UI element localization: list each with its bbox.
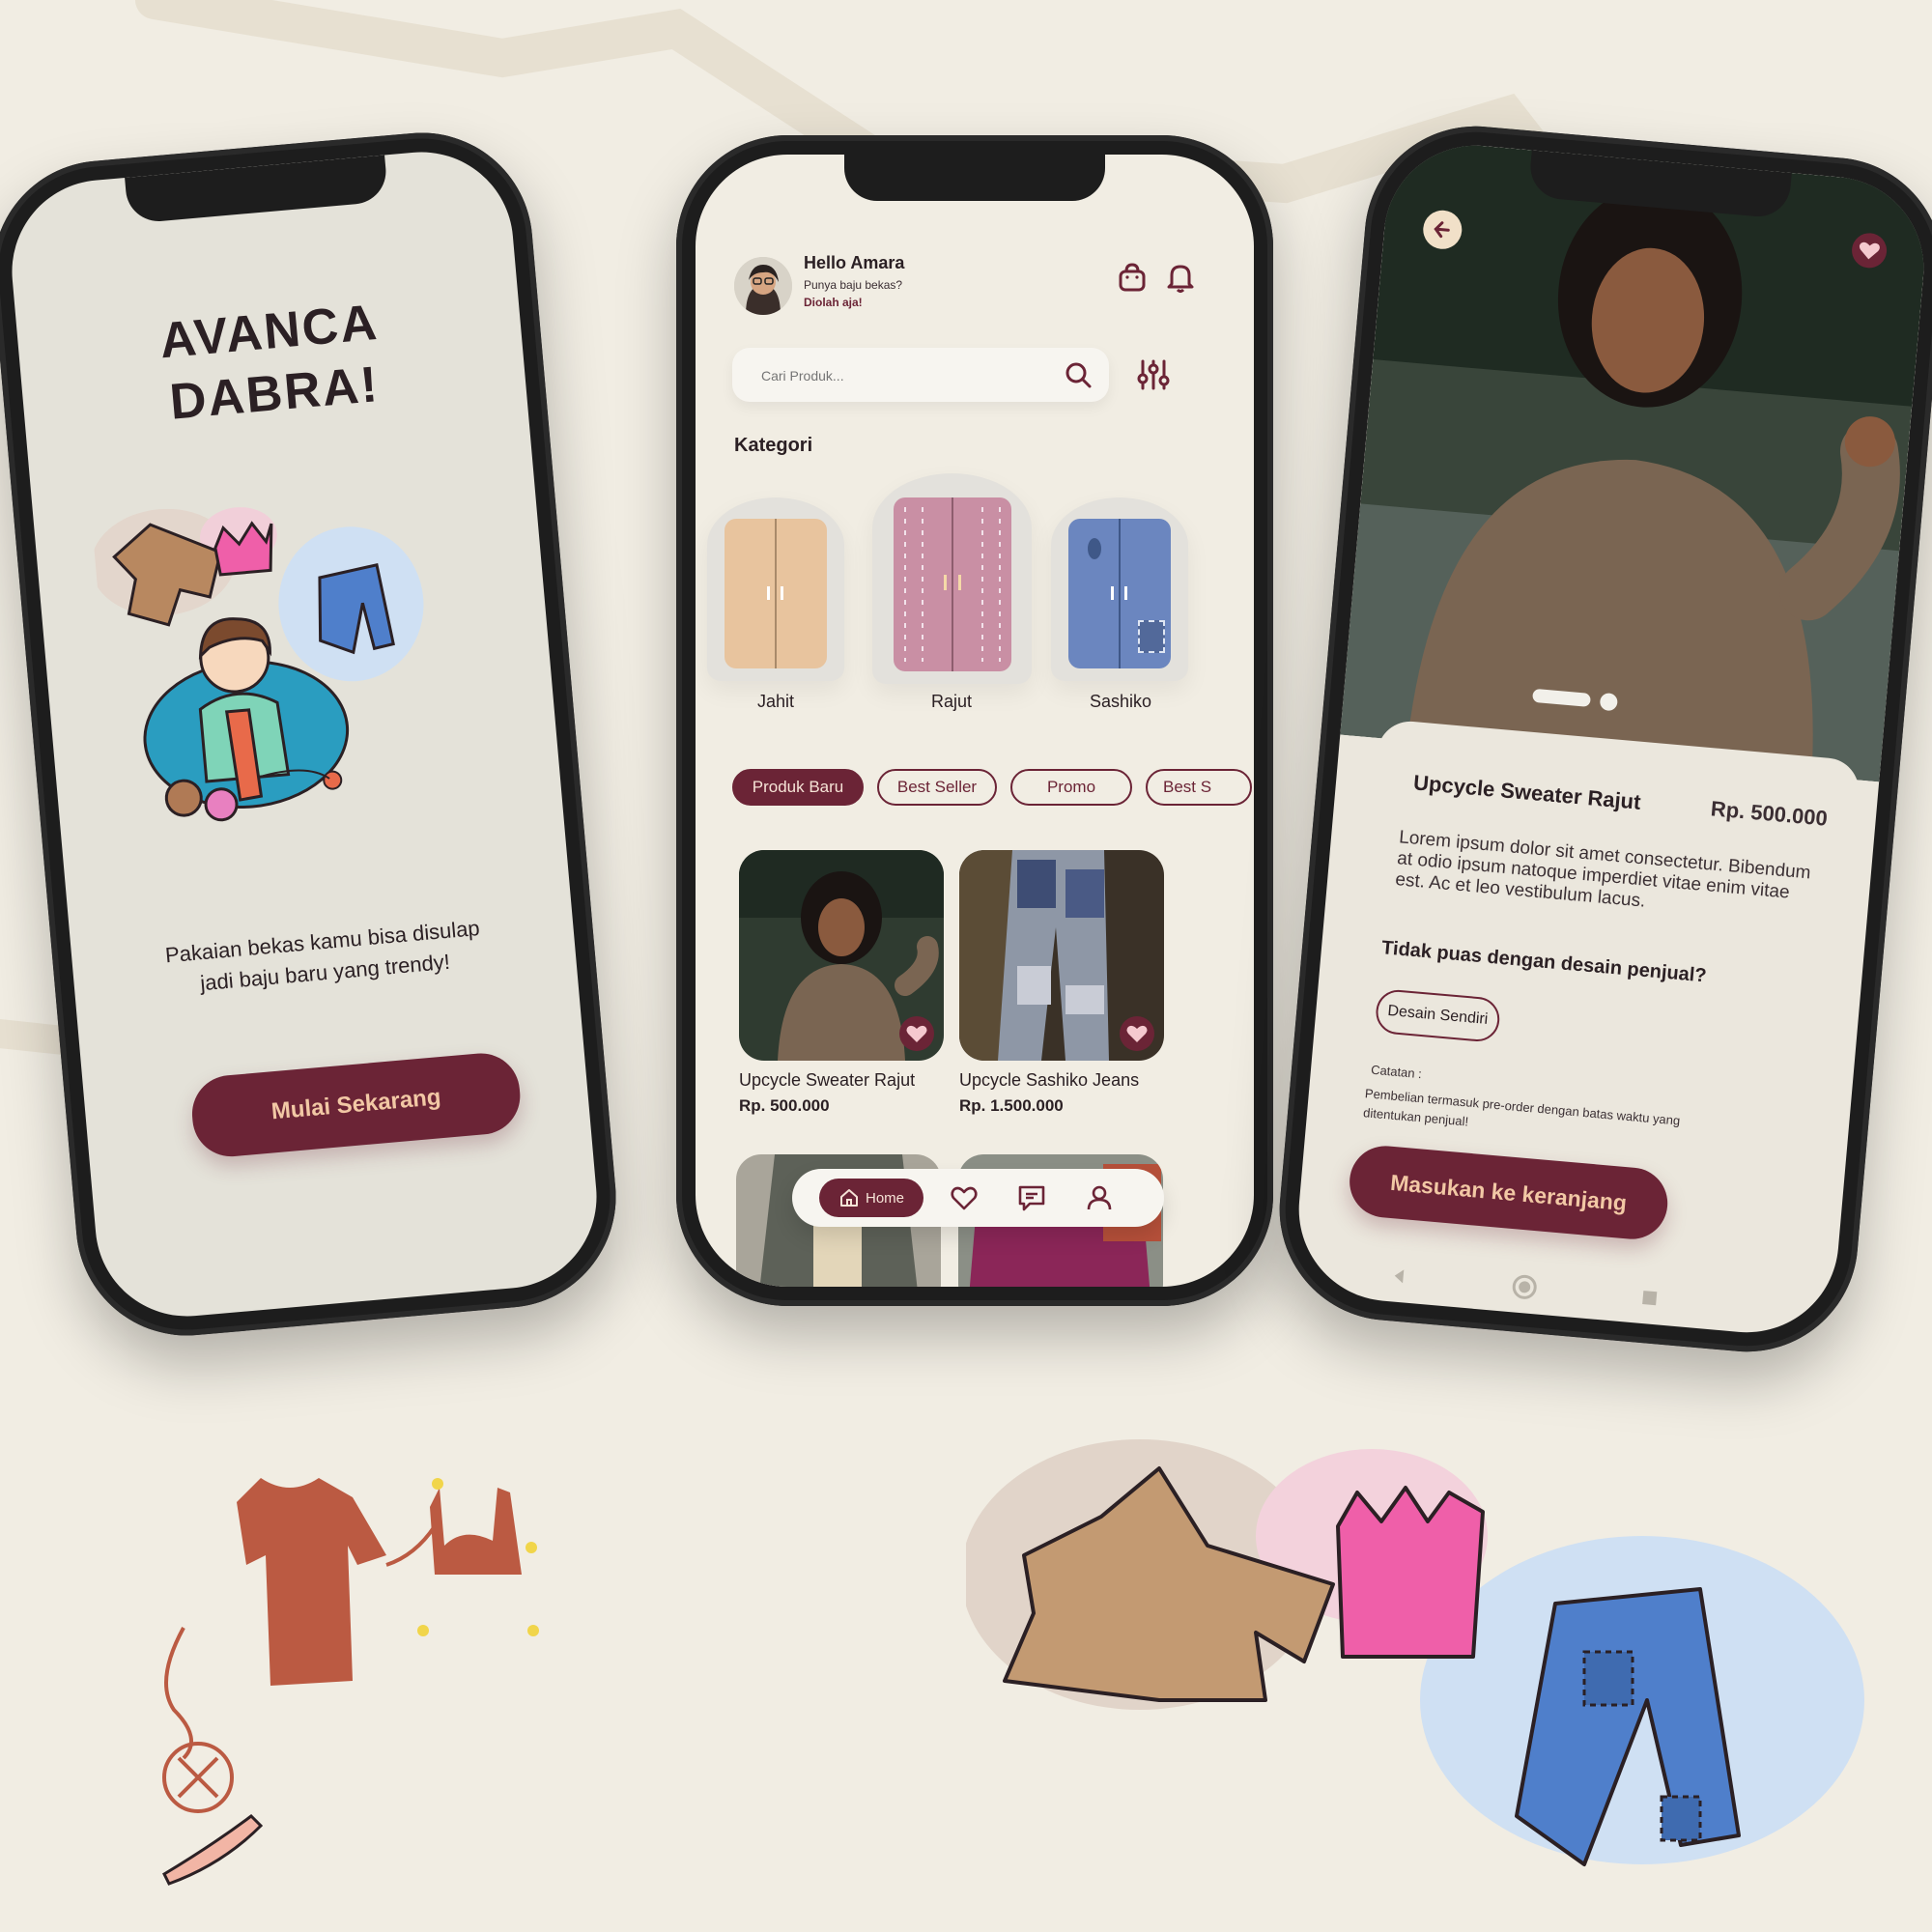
onboarding-phone: AVANCA DABRA! Pakaian bekas kamu bisa di… — [0, 123, 626, 1346]
category-card-jahit[interactable] — [707, 497, 844, 681]
jacket-top-jeans-doodle — [966, 1439, 1864, 1866]
detail-product-name: Upcycle Sweater Rajut — [1412, 770, 1642, 814]
detail-product-price: Rp. 500.000 — [1709, 796, 1829, 831]
filter-icon[interactable] — [1135, 357, 1172, 392]
bottom-nav: Home — [792, 1169, 1164, 1227]
product-image-sweater[interactable] — [739, 850, 944, 1061]
heart-icon[interactable] — [949, 1182, 980, 1213]
onboarding-illustration — [90, 469, 486, 847]
chat-icon[interactable] — [1016, 1182, 1047, 1213]
back-nav-icon[interactable] — [1389, 1265, 1410, 1287]
category-card-rajut[interactable] — [872, 473, 1032, 684]
back-button[interactable] — [1421, 209, 1463, 251]
product-hero-image — [1340, 137, 1932, 782]
category-label-sashiko: Sashiko — [1089, 692, 1152, 711]
product-image-jeans[interactable] — [959, 850, 1164, 1061]
tab-best-seller-2[interactable]: Best S — [1146, 769, 1252, 806]
home-nav-icon[interactable] — [1510, 1272, 1539, 1301]
custom-design-button[interactable]: Desain Sendiri — [1374, 987, 1502, 1043]
avatar[interactable] — [734, 257, 792, 315]
onboarding-screen: AVANCA DABRA! Pakaian bekas kamu bisa di… — [4, 144, 605, 1324]
category-card-sashiko[interactable] — [1051, 497, 1188, 681]
search-bar — [732, 348, 1109, 402]
category-title: Kategori — [734, 435, 813, 456]
recents-nav-icon[interactable] — [1639, 1288, 1661, 1309]
home-phone: Hello Amara Punya baju bekas? Diolah aja… — [676, 135, 1273, 1306]
product-price: Rp. 1.500.000 — [959, 1096, 1064, 1115]
home-screen: Hello Amara Punya baju bekas? Diolah aja… — [696, 155, 1254, 1287]
wardrobe-icon — [724, 519, 827, 668]
user-icon[interactable] — [1084, 1182, 1115, 1213]
search-icon[interactable] — [1063, 359, 1094, 390]
app-title: AVANCA DABRA! — [157, 294, 382, 431]
phone-notch — [844, 155, 1105, 201]
wardrobe-icon — [1068, 519, 1171, 668]
detail-phone: Upcycle Sweater Rajut Rp. 500.000 Lorem … — [1270, 117, 1932, 1361]
tab-best-seller[interactable]: Best Seller — [877, 769, 997, 806]
favorite-button[interactable] — [1120, 1016, 1154, 1051]
start-button[interactable]: Mulai Sekarang — [188, 1050, 524, 1160]
wardrobe-icon — [894, 497, 1011, 671]
detail-description: Lorem ipsum dolor sit amet consectetur. … — [1394, 827, 1812, 912]
bell-icon[interactable] — [1164, 261, 1197, 294]
greeting-cta: Diolah aja! — [804, 296, 863, 309]
nav-home[interactable]: Home — [819, 1179, 923, 1217]
bag-icon[interactable] — [1116, 261, 1149, 294]
product-price: Rp. 500.000 — [739, 1096, 830, 1115]
note-text: Pembelian termasuk pre-order dengan bata… — [1362, 1086, 1681, 1129]
note-label: Catatan : — [1370, 1062, 1423, 1082]
greeting: Hello Amara — [804, 253, 905, 272]
custom-design-question: Tidak puas dengan desain penjual? — [1380, 937, 1708, 987]
heart-icon — [1859, 242, 1880, 260]
product-name: Upcycle Sashiko Jeans — [959, 1070, 1140, 1090]
detail-screen: Upcycle Sweater Rajut Rp. 500.000 Lorem … — [1291, 137, 1932, 1341]
tab-produk-baru[interactable]: Produk Baru — [732, 769, 864, 806]
search-input[interactable] — [759, 361, 1043, 390]
greeting-subtitle: Punya baju bekas? — [804, 278, 903, 292]
product-name: Upcycle Sweater Rajut — [739, 1070, 916, 1090]
arrow-left-icon — [1434, 221, 1450, 239]
clothes-line-doodle — [162, 1478, 539, 1886]
favorite-button[interactable] — [899, 1016, 934, 1051]
home-header: Hello Amara Punya baju bekas? Diolah aja… — [734, 251, 1215, 328]
nav-home-label: Home — [865, 1189, 904, 1207]
home-icon — [839, 1189, 858, 1207]
category-label-rajut: Rajut — [930, 692, 973, 711]
category-label-jahit: Jahit — [756, 692, 795, 711]
favorite-button[interactable] — [1850, 231, 1889, 270]
tab-promo[interactable]: Promo — [1010, 769, 1132, 806]
onboarding-description: Pakaian bekas kamu bisa disulap jadi baj… — [164, 915, 481, 996]
phone-notch — [125, 155, 389, 224]
